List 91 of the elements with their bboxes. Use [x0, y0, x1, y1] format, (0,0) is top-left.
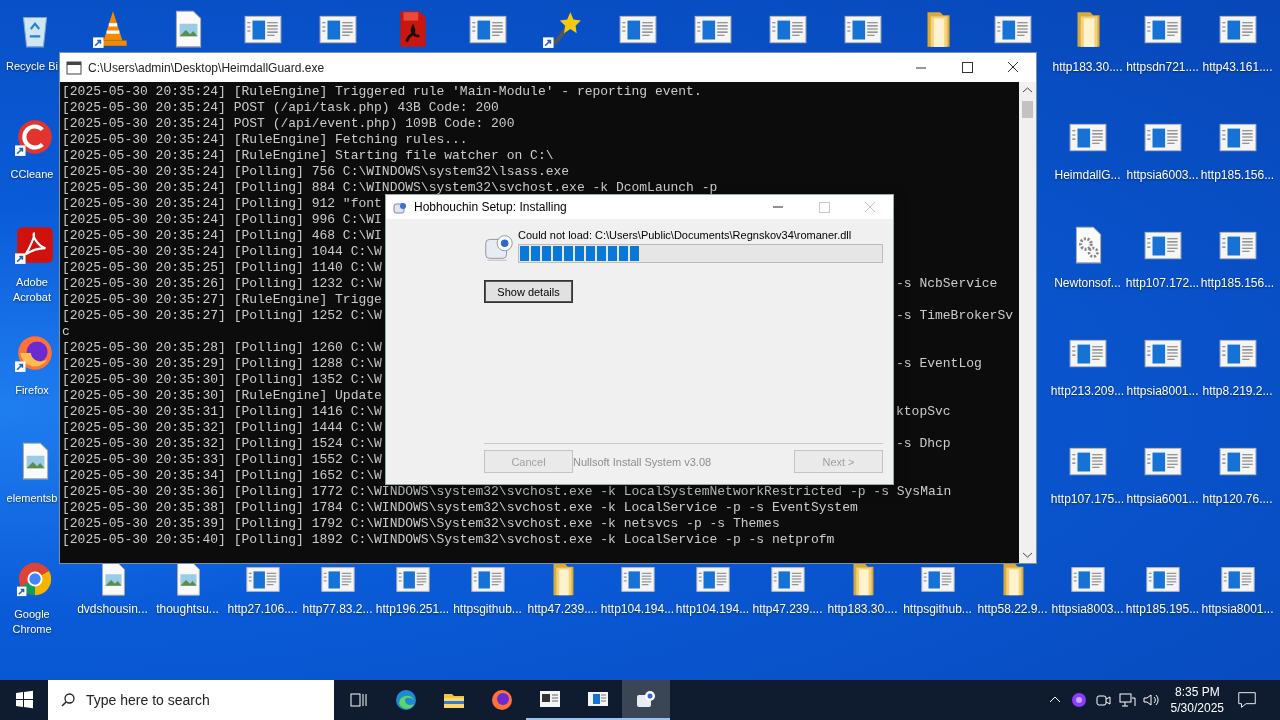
clock[interactable]: 8:35 PM 5/30/2025 — [1170, 684, 1224, 716]
console-line: [2025-05-30 20:35:24] [Polling] 996 C:\WI — [62, 212, 382, 227]
search-icon — [60, 692, 76, 708]
console-line: -s TimeBrokerSv — [896, 308, 1014, 324]
icon-label: http8.219.2... — [1202, 384, 1273, 398]
icon-label: Newtonsof... — [1054, 276, 1121, 290]
icon-label: Adobe Acrobat — [12, 275, 52, 305]
icon-label: http58.22.9... — [977, 602, 1048, 616]
acrobat-icon[interactable] — [14, 224, 56, 266]
icon-label: http104.194... — [675, 602, 750, 616]
icon-label: httpsia8003... — [1051, 602, 1124, 616]
icon-label: Recycle Bi — [6, 59, 58, 74]
console-line: [2025-05-30 20:35:28] [Polling] 1260 C:\W — [62, 340, 382, 355]
console-line: [2025-05-30 20:35:26] [Polling] 1232 C:\W — [62, 276, 382, 291]
icon-label: httpsgithub... — [453, 602, 522, 616]
clock-time: 8:35 PM — [1174, 684, 1220, 700]
network-icon[interactable] — [1116, 690, 1137, 710]
firefox-icon — [490, 688, 514, 712]
icon-label: http47.239.... — [527, 602, 598, 616]
icon-label: httpsia8001... — [1201, 602, 1274, 616]
console-line: c — [62, 324, 70, 339]
console-line: [2025-05-30 20:35:24] [Polling] 468 C:\WI — [62, 228, 382, 243]
icon-label: http185.195... — [1125, 602, 1200, 616]
console-line: [2025-05-30 20:35:24] POST (/api/event.php) 109B Code: 200 — [62, 116, 515, 131]
console-icon — [66, 59, 82, 76]
icon-label: httpsdn721.... — [1126, 60, 1199, 74]
console-line: -s Dhcp — [896, 436, 951, 452]
icon-label: http185.156... — [1200, 276, 1275, 290]
chrome-icon[interactable] — [16, 560, 54, 598]
console-line: ktopSvc — [896, 404, 951, 420]
icon-label: http185.156... — [1200, 168, 1275, 182]
icon-label: http104.194... — [600, 602, 675, 616]
console-line: [2025-05-30 20:35:24] [RuleEngine] Fetching rules... — [62, 132, 468, 147]
show-details-button[interactable]: Show details — [484, 280, 573, 303]
console-line: [2025-05-30 20:35:24] [Polling] 1044 C:\W — [62, 244, 382, 259]
edge-icon — [394, 688, 418, 712]
icon-label: httpsia6003... — [1126, 168, 1199, 182]
console-line: [2025-05-30 20:35:24] [Polling] 756 C:\WINDOWS\system32\lsass.exe — [62, 164, 570, 179]
icon-label: thoughtsu... — [156, 602, 219, 616]
console-line: [2025-05-30 20:35:30] [Polling] 1352 C:\W — [62, 372, 382, 387]
clock-date: 5/30/2025 — [1170, 700, 1224, 716]
scrollbar[interactable] — [1019, 82, 1036, 563]
icon-label: http196.251... — [375, 602, 450, 616]
console-line: [2025-05-30 20:35:31] [Polling] 1416 C:\W — [62, 404, 382, 419]
search-field[interactable]: Type here to search — [48, 680, 334, 720]
icon-label: http27.106.... — [227, 602, 298, 616]
window-title: Hobhouchin Setup: Installing — [414, 200, 567, 214]
icon-label: http43.161.... — [1202, 60, 1273, 74]
icon-label: httpsia6001... — [1126, 492, 1199, 506]
console-line: [2025-05-30 20:35:24] [RuleEngine] Starting file watcher on C:\ — [62, 148, 554, 163]
icon-label: http213.209... — [1050, 384, 1125, 398]
icon-label: http47.239.... — [752, 602, 823, 616]
console-line: [2025-05-30 20:35:24] [RuleEngine] Triggered rule 'Main-Module' - reporting event. — [62, 84, 702, 99]
window-title: C:\Users\admin\Desktop\HeimdallGuard.exe — [88, 60, 325, 75]
icon-label: http107.172... — [1125, 276, 1200, 290]
status-text: Could not load: C:\Users\Public\Documents\Regnskov34\romaner.dll — [518, 229, 853, 241]
console-line: [2025-05-30 20:35:33] [Polling] 1552 C:\W — [62, 452, 382, 467]
icon-label: dvdshousin... — [77, 602, 148, 616]
console-line: [2025-05-30 20:35:39] [Polling] 1792 C:\WINDOWS\System32\svchost.exe -k netsvcs -p -s Themes — [62, 516, 780, 531]
console-line: -s EventLog — [896, 356, 982, 372]
console-line: [2025-05-30 20:35:24] [Polling] 884 C:\WINDOWS\system32\svchost.exe -k DcomLaunch -p — [62, 180, 718, 195]
icon-label: http107.175... — [1050, 492, 1125, 506]
icon-label: http183.30.... — [1052, 60, 1123, 74]
console-line: [2025-05-30 20:35:32] [Polling] 1444 C:\W — [62, 420, 382, 435]
icon-label: http120.76.... — [1202, 492, 1273, 506]
taskbar-app[interactable] — [622, 680, 670, 720]
console-line: [2025-05-30 20:35:24] [Polling] 912 "font — [62, 196, 382, 211]
scroll-thumb[interactable] — [1022, 101, 1033, 118]
icon-label: elementsb — [6, 491, 58, 506]
console-line: [2025-05-30 20:35:29] [Polling] 1288 C:\W — [62, 356, 382, 371]
branding-text: Nullsoft Install System v3.08 — [573, 455, 713, 468]
console-line: [2025-05-30 20:35:36] [Polling] 1772 C:\WINDOWS\system32\svchost.exe -k LocalSystemNetworkRestricted -p -s SysMain — [62, 484, 952, 499]
console-line: [2025-05-30 20:35:32] [Polling] 1524 C:\W — [62, 436, 382, 451]
icon-label: http77.83.2... — [302, 602, 373, 616]
icon-label: httpsgithub... — [903, 602, 972, 616]
console-line: [2025-05-30 20:35:27] [RuleEngine] Trigge — [62, 292, 382, 307]
icon-label: http183.30.... — [827, 602, 898, 616]
console-line: [2025-05-30 20:35:40] [Polling] 1892 C:\WINDOWS\System32\svchost.exe -k LocalService -p -s netprofm — [62, 532, 835, 547]
icon-label: httpsia8001... — [1126, 384, 1199, 398]
console-line: [2025-05-30 20:35:25] [Polling] 1140 C:\W — [62, 260, 382, 275]
icon-label: Google Chrome — [11, 607, 53, 637]
console-line: [2025-05-30 20:35:27] [Polling] 1252 C:\W — [62, 308, 382, 323]
console-line: -s NcbService — [896, 276, 998, 292]
notification-icon[interactable] — [1236, 689, 1258, 711]
console-line: [2025-05-30 20:35:30] [RuleEngine] Update — [62, 388, 382, 403]
icon-label: HeimdallG... — [1054, 168, 1121, 182]
icon-label: Firefox — [14, 383, 50, 398]
console-line: [2025-05-30 20:35:34] [Polling] 1652 C:\W — [62, 468, 382, 483]
icon-label: CCleane — [9, 167, 55, 182]
console-line: [2025-05-30 20:35:38] [Polling] 1784 C:\WINDOWS\system32\svchost.exe -k LocalService -p -s EventSystem — [62, 500, 858, 515]
console-line: [2025-05-30 20:35:24] POST (/api/task.php) 43B Code: 200 — [62, 100, 499, 115]
